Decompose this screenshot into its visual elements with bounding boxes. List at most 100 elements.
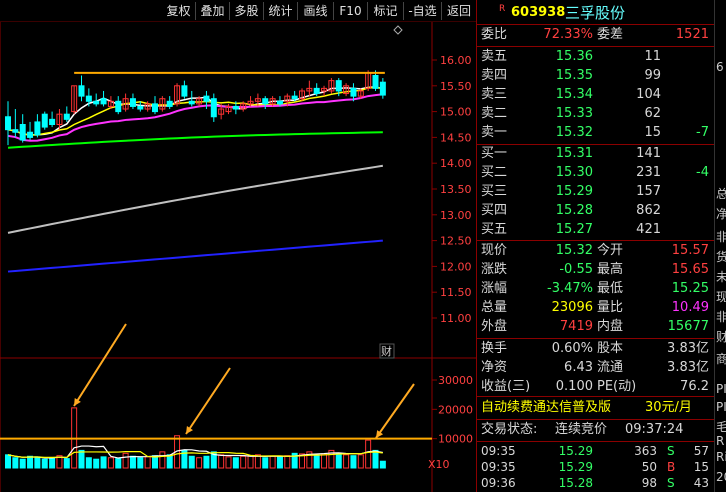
bid-label: 买五: [481, 222, 508, 237]
kline-chart-area[interactable]: 财 16.00 15.50 15.00 14.50 14.00 13.50 13.00 12.…: [0, 22, 476, 492]
finance-value: 0.60%: [551, 341, 593, 356]
volume-bar: [335, 452, 342, 469]
bid-price: 15.27: [555, 222, 593, 237]
candle-body: [93, 100, 100, 105]
stat-value: 15.57: [671, 243, 709, 258]
volume-bar: [144, 456, 151, 469]
bid-label: 买四: [481, 203, 508, 218]
volume-bar: [372, 449, 379, 469]
stock-name: 三孚股份: [565, 4, 626, 22]
volume-bar: [379, 460, 386, 469]
remove-watchlist-button[interactable]: -自选: [404, 2, 442, 20]
weicha-value: 1521: [675, 27, 709, 42]
price-tick-label: 16.00: [440, 54, 472, 67]
restore-rights-button[interactable]: 复权: [162, 2, 196, 20]
volume-bar: [115, 458, 122, 469]
ma5-line: [7, 86, 384, 136]
f10-button[interactable]: F10: [334, 2, 368, 20]
stat-label: 内盘: [597, 319, 624, 334]
volume-bar: [262, 457, 269, 469]
stat-row: 涨跌 -0.55 最高 15.65: [477, 261, 715, 279]
stat-value: 23096: [551, 300, 593, 315]
ask-price: 15.36: [555, 49, 593, 64]
volume-bar: [225, 456, 232, 469]
stat-label: 最低: [597, 281, 624, 296]
stat-value: 15.32: [555, 243, 593, 258]
candle-body: [313, 87, 320, 95]
candle-body: [335, 80, 342, 92]
volume-unit-label: X10: [428, 458, 450, 471]
tick-row: 09:35 15.29 363 S 57: [477, 443, 715, 459]
bid-volume: 157: [636, 184, 661, 199]
ask-price: 15.32: [555, 125, 593, 140]
finance-value: 6.43: [564, 360, 593, 375]
bid-price: 15.31: [555, 146, 593, 161]
finance-value: 3.83亿: [667, 360, 709, 375]
ask-volume: 104: [636, 87, 661, 102]
volume-tick-label: 30000: [438, 374, 473, 387]
ask-change: [667, 105, 709, 123]
price-tick-label: 14.50: [440, 131, 472, 144]
volume-bar: [122, 452, 129, 469]
ad-row[interactable]: 自动续费通达信普及版 30元/月: [477, 399, 715, 417]
tick-price: 15.28: [558, 476, 593, 490]
finance-label: 收益(三): [481, 379, 531, 394]
stat-row: 外盘 7419 内盘 15677: [477, 318, 715, 336]
ask-row: 卖五 15.36 11: [477, 48, 715, 66]
volume-bar: [218, 454, 225, 469]
candle-body: [5, 116, 11, 131]
edge-char: 非: [716, 230, 726, 244]
overlay-button[interactable]: 叠加: [196, 2, 230, 20]
bid-volume: 141: [636, 146, 661, 161]
volume-bar: [129, 455, 136, 469]
candle-body: [232, 105, 239, 110]
volume-bar: [321, 453, 328, 469]
price-tick-label: 12.00: [440, 260, 472, 273]
stat-label: 今开: [597, 243, 624, 258]
price-tick-label: 12.50: [440, 235, 472, 248]
candle-body: [129, 98, 136, 107]
volume-tick-label: 10000: [438, 433, 473, 446]
candle-body: [34, 121, 41, 136]
finance-value: 3.83亿: [667, 341, 709, 356]
ad-text[interactable]: 自动续费通达信普及版: [481, 399, 611, 417]
candle-body: [379, 81, 386, 96]
volume-bar: [63, 458, 70, 469]
volume-bar: [269, 455, 276, 469]
bid-row: 买二 15.30 231 -4: [477, 164, 715, 182]
tick-row: 09:35 15.29 50 B 15: [477, 459, 715, 475]
statistics-button[interactable]: 统计: [264, 2, 298, 20]
draw-line-button[interactable]: 画线: [298, 2, 334, 20]
bid-volume: 862: [636, 203, 661, 218]
bid-row: 买五 15.27 421: [477, 221, 715, 239]
volume-bar: [247, 455, 254, 469]
back-button[interactable]: 返回: [442, 2, 476, 20]
bid-label: 买三: [481, 184, 508, 199]
stock-code-prefix: R: [499, 4, 506, 14]
volume-bar: [196, 457, 203, 469]
volume-bar: [240, 455, 247, 469]
stat-label: 涨跌: [481, 262, 508, 277]
volume-bar: [137, 457, 144, 469]
mark-button[interactable]: 标记: [368, 2, 404, 20]
ask-label: 卖三: [481, 87, 508, 102]
volume-bar: [313, 454, 320, 469]
stat-label: 总量: [481, 300, 508, 315]
finance-value: 76.2: [680, 379, 709, 394]
volume-bar: [350, 455, 357, 469]
multi-stock-button[interactable]: 多股: [230, 2, 264, 20]
tick-time: 09:36: [481, 476, 516, 490]
ask-price: 15.34: [555, 87, 593, 102]
candle-body: [276, 100, 283, 105]
annotation-arrow: [375, 383, 415, 439]
edge-info-strip: 6总净非货未现非财商PIPI毛RRi20: [714, 0, 726, 492]
edge-char: PI: [716, 400, 726, 414]
edge-char: 现: [716, 290, 726, 304]
stock-code: 603938: [511, 5, 566, 20]
bid-change: -4: [696, 165, 709, 180]
ad-price[interactable]: 30元/月: [645, 399, 692, 417]
kline-chart[interactable]: 财 16.00 15.50 15.00 14.50 14.00 13.50 13.00 12.…: [0, 22, 476, 492]
stat-label: 外盘: [481, 319, 508, 334]
candle-body: [78, 85, 85, 97]
edge-char: 20: [716, 470, 726, 484]
